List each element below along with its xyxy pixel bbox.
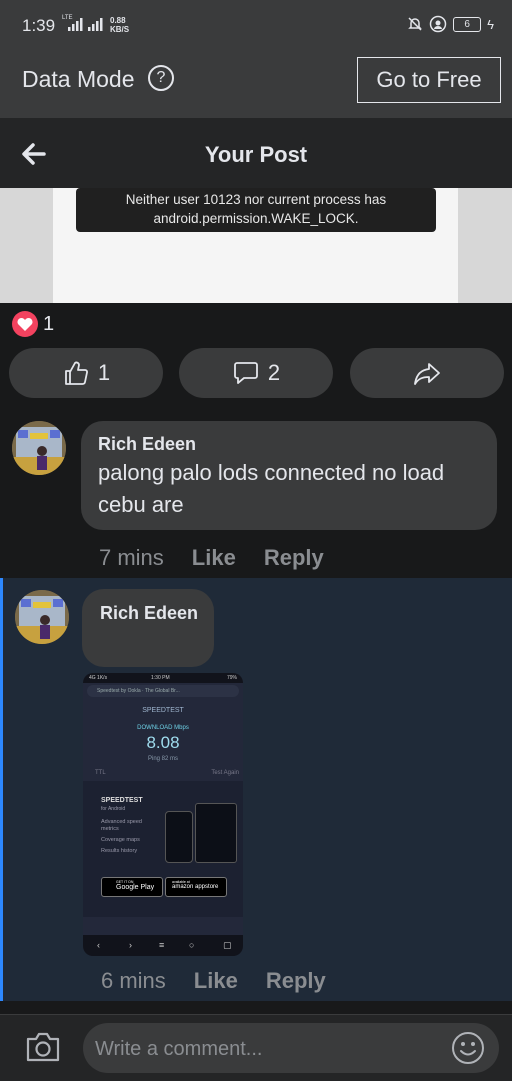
comment-composer	[0, 1014, 512, 1081]
go-to-free-button[interactable]: Go to Free	[357, 57, 501, 103]
attach-test-again: Test Again	[211, 770, 239, 776]
comment-like-button[interactable]: Like	[194, 968, 238, 994]
camera-icon[interactable]	[25, 1031, 61, 1063]
status-time: 1:39	[22, 16, 56, 35]
comment-like-button[interactable]: Like	[192, 545, 236, 571]
network-speed: 0.88 KB/S	[110, 16, 130, 34]
share-button[interactable]	[350, 348, 504, 398]
attach-app-title: SPEEDTEST	[142, 707, 184, 714]
comment-author[interactable]: Rich Edeen	[98, 434, 196, 455]
toast-message: Neither user 10123 nor current process h…	[76, 188, 436, 232]
comment-button[interactable]: 2	[179, 348, 333, 398]
love-reaction-icon[interactable]	[12, 311, 38, 337]
comment-input[interactable]	[93, 1023, 437, 1075]
attach-status-time: 1:30 PM	[151, 675, 170, 681]
status-bar: 1:39 LTE 0.88 KB/S 6 ϟ	[0, 0, 512, 40]
comment-bubble[interactable]: Rich Edeen	[82, 589, 214, 667]
attach-download-label: DOWNLOAD Mbps	[137, 725, 189, 731]
like-button[interactable]: 1	[9, 348, 163, 398]
comment-time: 7 mins	[99, 545, 164, 570]
data-mode-bar: Data Mode ? Go to Free	[0, 40, 512, 118]
avatar[interactable]	[12, 421, 66, 475]
share-icon	[414, 363, 440, 385]
reaction-count[interactable]: 1	[43, 313, 54, 336]
battery-indicator: 6	[453, 16, 482, 32]
attach-status-right: 79%	[226, 675, 237, 681]
attach-ping: Ping 82 ms	[147, 756, 178, 762]
highlighted-comment	[0, 578, 512, 1001]
emoji-icon[interactable]	[451, 1031, 485, 1065]
comment-count: 2	[267, 360, 281, 385]
post-header: Your Post	[0, 118, 512, 188]
attach-promo: SPEEDTEST for Android Advanced speed met…	[83, 781, 243, 917]
attach-download-value: 8.08	[146, 733, 180, 752]
mute-bell-icon	[408, 17, 422, 31]
comment-meta: 7 mins Like Reply	[99, 545, 324, 571]
comment-text: palong palo lods connected no load cebu …	[98, 460, 445, 517]
comment-meta: 6 mins Like Reply	[101, 968, 326, 994]
thumbs-up-icon	[64, 361, 88, 385]
like-count: 1	[97, 360, 111, 385]
comment-time: 6 mins	[101, 968, 166, 993]
comment-attachment-image[interactable]: 4G 1K/s 1:30 PM 79% Speedtest by Ookla ·…	[83, 673, 243, 956]
comment-icon	[233, 362, 258, 384]
comment-reply-button[interactable]: Reply	[266, 968, 326, 994]
help-icon[interactable]: ?	[148, 65, 174, 91]
attach-nav-bar: ‹ › ≡ ○ ▢	[83, 935, 243, 956]
attach-status-left: 4G 1K/s	[89, 675, 108, 681]
comment-input-container	[83, 1023, 499, 1075]
attach-isp: TTL	[95, 770, 106, 776]
comment-reply-button[interactable]: Reply	[264, 545, 324, 571]
signal-icon	[68, 18, 103, 31]
comment-author[interactable]: Rich Edeen	[100, 603, 198, 624]
avatar[interactable]	[15, 590, 69, 644]
data-mode-label: Data Mode	[22, 66, 135, 92]
attach-url-bar: Speedtest by Ookla · The Global Br...	[87, 685, 239, 697]
charging-icon: ϟ	[487, 16, 494, 32]
data-saver-icon	[429, 15, 447, 33]
comment-bubble[interactable]: Rich Edeen palong palo lods connected no…	[81, 421, 497, 530]
page-title: Your Post	[204, 142, 308, 167]
